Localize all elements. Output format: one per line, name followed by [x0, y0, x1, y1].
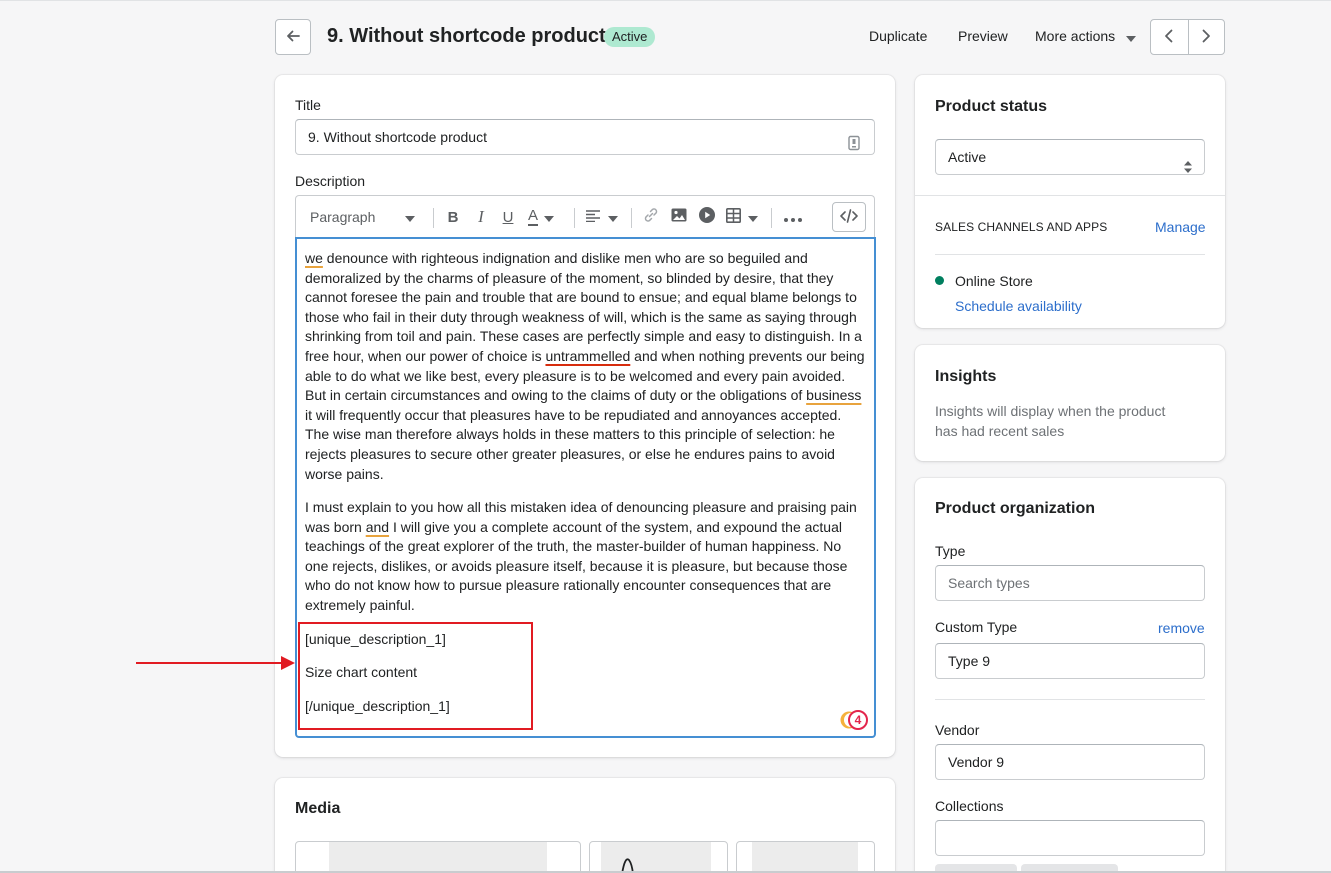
type-search-input[interactable]: Search types	[935, 565, 1205, 601]
custom-type-label: Custom Type	[935, 619, 1018, 635]
more-actions-button[interactable]: More actions	[1035, 28, 1137, 45]
image-icon	[671, 208, 687, 226]
caret-down-icon	[405, 209, 416, 225]
more-actions-label: More actions	[1035, 28, 1116, 44]
product-status-title: Product status	[935, 98, 1048, 115]
caret-down-icon	[1126, 29, 1137, 45]
top-border	[0, 0, 1331, 1]
caret-down-icon	[608, 209, 618, 226]
remove-custom-type-link[interactable]: remove	[1158, 620, 1205, 636]
toolbar-divider	[574, 208, 575, 228]
link-button[interactable]	[642, 206, 660, 228]
organization-title: Product organization	[935, 500, 1095, 517]
next-product-button[interactable]	[1187, 20, 1225, 54]
highlight-box	[298, 622, 533, 730]
code-icon	[840, 208, 858, 226]
description-paragraph-2: I must explain to you how all this mista…	[305, 499, 857, 613]
rich-text-toolbar: Paragraph B I U A	[295, 195, 875, 238]
back-button[interactable]	[275, 19, 311, 55]
title-label: Title	[295, 97, 321, 113]
previous-product-button[interactable]	[1151, 20, 1188, 54]
chevron-right-icon	[1201, 29, 1211, 46]
media-title: Media	[295, 800, 341, 817]
product-image	[601, 842, 711, 873]
manage-channels-link[interactable]: Manage	[1155, 219, 1206, 235]
status-select[interactable]: Active	[935, 139, 1205, 175]
status-badge: Active	[604, 27, 656, 47]
more-horizontal-icon	[784, 209, 802, 226]
media-tile[interactable]	[589, 841, 728, 873]
channel-name: Online Store	[955, 273, 1033, 289]
html-view-button[interactable]	[832, 202, 866, 232]
collections-label: Collections	[935, 798, 1004, 814]
title-value: 9. Without shortcode product	[308, 129, 487, 145]
toolbar-divider	[433, 208, 434, 228]
title-input[interactable]: 9. Without shortcode product	[295, 119, 875, 155]
channels-divider	[935, 254, 1205, 255]
description-paragraph-1: we denounce with righteous indignation a…	[305, 250, 865, 482]
vendor-input[interactable]: Vendor 9	[935, 744, 1205, 780]
vendor-label: Vendor	[935, 722, 980, 738]
link-icon	[643, 207, 659, 227]
type-label: Type	[935, 543, 966, 559]
text-color-button[interactable]: A	[528, 206, 560, 228]
sales-channels-heading: SALES CHANNELS AND APPS	[935, 220, 1108, 234]
play-circle-icon	[699, 207, 715, 227]
page-header: 9. Without shortcode product Active Dupl…	[275, 19, 1225, 55]
select-arrows-icon	[1184, 151, 1192, 185]
insights-text: Insights will display when the product h…	[935, 403, 1166, 439]
media-tile[interactable]	[295, 841, 581, 873]
preview-button[interactable]: Preview	[958, 28, 1008, 44]
caret-down-icon	[748, 209, 758, 226]
channel-status-dot	[935, 276, 944, 285]
toolbar-divider	[631, 208, 632, 228]
organization-divider	[935, 699, 1205, 700]
format-select-value: Paragraph	[310, 209, 376, 225]
annotation-arrow-icon	[281, 656, 295, 670]
align-left-icon	[586, 209, 600, 226]
insert-video-button[interactable]	[698, 206, 716, 228]
arrow-left-icon	[285, 28, 301, 47]
product-image	[752, 842, 858, 873]
product-image	[329, 842, 547, 873]
grammarly-badge[interactable]: 4	[840, 710, 870, 730]
page-title: 9. Without shortcode product	[327, 25, 606, 47]
description-label: Description	[295, 173, 366, 189]
align-button[interactable]	[586, 206, 618, 228]
format-select[interactable]: Paragraph	[310, 206, 416, 228]
schedule-availability-link[interactable]: Schedule availability	[955, 298, 1082, 314]
annotation-arrow-shaft	[136, 662, 282, 664]
underline-button[interactable]: U	[500, 206, 516, 228]
italic-button[interactable]: I	[473, 206, 489, 228]
table-icon	[726, 207, 741, 227]
insights-title: Insights	[935, 368, 997, 385]
section-divider	[915, 195, 1225, 196]
bold-button[interactable]: B	[445, 206, 461, 228]
collections-input[interactable]	[935, 820, 1205, 856]
media-tile[interactable]	[736, 841, 875, 873]
clipboard-icon	[848, 129, 860, 163]
custom-type-input[interactable]: Type 9	[935, 643, 1205, 679]
more-formatting-button[interactable]	[782, 206, 804, 228]
toolbar-divider	[771, 208, 772, 228]
duplicate-button[interactable]: Duplicate	[869, 28, 927, 44]
text-color-letter: A	[528, 207, 539, 226]
insert-image-button[interactable]	[670, 206, 688, 228]
chevron-left-icon	[1164, 29, 1174, 46]
grammarly-count-badge: 4	[848, 710, 868, 730]
status-select-value: Active	[948, 149, 987, 165]
insert-table-button[interactable]	[726, 206, 760, 228]
caret-down-icon	[544, 209, 555, 226]
product-pager	[1150, 19, 1225, 55]
